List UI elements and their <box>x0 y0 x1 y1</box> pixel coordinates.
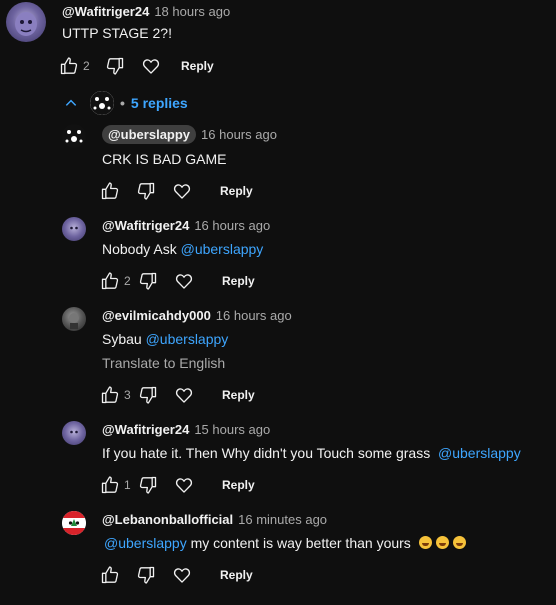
avatar-creature-icon <box>70 430 78 434</box>
reply-button[interactable]: Reply <box>220 184 253 198</box>
comment-text: UTTP STAGE 2?! <box>62 25 172 41</box>
like-count: 1 <box>124 478 131 492</box>
rofl-emoji-icon <box>418 536 432 549</box>
like-icon[interactable] <box>100 475 120 495</box>
timestamp[interactable]: 16 hours ago <box>201 127 277 142</box>
like-count: 2 <box>83 59 90 73</box>
reply-button[interactable]: Reply <box>181 59 214 73</box>
comment-actions: 2 Reply <box>100 269 255 293</box>
heart-icon[interactable] <box>172 565 192 585</box>
comment-text: Nobody Ask @uberslappy <box>102 241 263 257</box>
top-comment: @Wafitriger24 18 hours ago UTTP STAGE 2?!… <box>0 0 556 90</box>
author-name[interactable]: @Wafitriger24 <box>102 218 189 233</box>
chevron-up-icon <box>65 99 77 106</box>
comment-body: If you hate it. Then Why didn't you Touc… <box>102 445 431 461</box>
comment-text: @uberslappy my content is way better tha… <box>104 535 466 551</box>
reply-comment: @Lebanonballofficial 16 minutes ago @uber… <box>0 506 556 601</box>
reply-button[interactable]: Reply <box>220 568 253 582</box>
avatar[interactable] <box>62 307 86 331</box>
mention-link[interactable]: @uberslappy <box>104 535 187 551</box>
dislike-icon[interactable] <box>136 181 156 201</box>
comment-actions: Reply <box>100 563 253 587</box>
timestamp[interactable]: 15 hours ago <box>194 422 270 437</box>
heart-icon[interactable] <box>172 181 192 201</box>
heart-icon[interactable] <box>174 271 194 291</box>
dislike-icon[interactable] <box>138 385 158 405</box>
author-name[interactable]: @Wafitriger24 <box>62 4 149 19</box>
comment-body: Sybau <box>102 331 142 347</box>
avatar-creature-icon <box>70 226 78 230</box>
comment-actions: 3 Reply <box>100 383 255 407</box>
dislike-icon[interactable] <box>138 475 158 495</box>
timestamp[interactable]: 18 hours ago <box>154 4 230 19</box>
comment-header: @Wafitriger24 16 hours ago <box>102 218 270 233</box>
heart-icon[interactable] <box>174 475 194 495</box>
comment-body: my content is way better than yours <box>190 535 411 551</box>
reply-comment: @Wafitriger24 15 hours ago If you hate it… <box>0 416 556 506</box>
comment-actions: 2 Reply <box>59 54 214 78</box>
reply-button[interactable]: Reply <box>222 478 255 492</box>
like-icon[interactable] <box>100 271 120 291</box>
like-icon[interactable] <box>100 565 120 585</box>
comment-header: @Wafitriger24 18 hours ago <box>62 4 230 19</box>
mention-link[interactable]: @uberslappy <box>181 241 264 257</box>
replies-count-label[interactable]: 5 replies <box>131 95 188 111</box>
timestamp[interactable]: 16 hours ago <box>216 308 292 323</box>
dislike-icon[interactable] <box>105 56 125 76</box>
avatar[interactable] <box>62 511 86 535</box>
comment-text: CRK IS BAD GAME <box>102 151 227 167</box>
avatar[interactable] <box>62 421 86 445</box>
comment-header: @Lebanonballofficial 16 minutes ago <box>102 512 327 527</box>
reply-button[interactable]: Reply <box>222 274 255 288</box>
timestamp[interactable]: 16 minutes ago <box>238 512 327 527</box>
avatar-creature-icon <box>15 12 37 36</box>
comment-text: Sybau @uberslappy <box>102 331 228 347</box>
avatar[interactable] <box>6 2 46 42</box>
replies-toggle[interactable]: • 5 replies <box>64 90 188 116</box>
dislike-icon[interactable] <box>136 565 156 585</box>
rofl-emoji-icon <box>452 536 466 549</box>
like-icon[interactable] <box>100 385 120 405</box>
creator-avatar-icon <box>90 91 114 115</box>
like-icon[interactable] <box>100 181 120 201</box>
like-count: 3 <box>124 388 131 402</box>
avatar-face-icon <box>69 313 79 329</box>
mention-link[interactable]: @uberslappy <box>146 331 229 347</box>
like-icon[interactable] <box>59 56 79 76</box>
creator-avatar <box>90 91 114 115</box>
reply-comment: @uberslappy 16 hours ago CRK IS BAD GAME … <box>0 120 556 210</box>
translate-link[interactable]: Translate to English <box>102 355 225 371</box>
comment-text: If you hate it. Then Why didn't you Touc… <box>102 445 521 461</box>
comment-actions: Reply <box>100 179 253 203</box>
comment-actions: 1 Reply <box>100 473 255 497</box>
heart-icon[interactable] <box>141 56 161 76</box>
dislike-icon[interactable] <box>138 271 158 291</box>
heart-icon[interactable] <box>174 385 194 405</box>
reply-comment: @evilmicahdy000 16 hours ago Sybau @ubers… <box>0 302 556 414</box>
reply-button[interactable]: Reply <box>222 388 255 402</box>
avatar-countryball-icon <box>62 511 86 535</box>
timestamp[interactable]: 16 hours ago <box>194 218 270 233</box>
creator-author-badge[interactable]: @uberslappy <box>102 125 197 144</box>
mention-link[interactable]: @uberslappy <box>438 445 521 461</box>
comment-header: @uberslappy 16 hours ago <box>102 125 277 144</box>
avatar[interactable] <box>62 217 86 241</box>
comment-header: @evilmicahdy000 16 hours ago <box>102 308 292 323</box>
author-name[interactable]: @Wafitriger24 <box>102 422 189 437</box>
reply-comment: @Wafitriger24 16 hours ago Nobody Ask @ub… <box>0 212 556 302</box>
avatar-pattern-icon <box>65 130 83 143</box>
author-name[interactable]: @evilmicahdy000 <box>102 308 211 323</box>
rofl-emoji-icon <box>435 536 449 549</box>
comment-body: Nobody Ask <box>102 241 177 257</box>
comment-header: @Wafitriger24 15 hours ago <box>102 422 270 437</box>
like-count: 2 <box>124 274 131 288</box>
avatar[interactable] <box>62 124 86 148</box>
author-name[interactable]: @Lebanonballofficial <box>102 512 233 527</box>
separator-dot: • <box>120 95 125 111</box>
